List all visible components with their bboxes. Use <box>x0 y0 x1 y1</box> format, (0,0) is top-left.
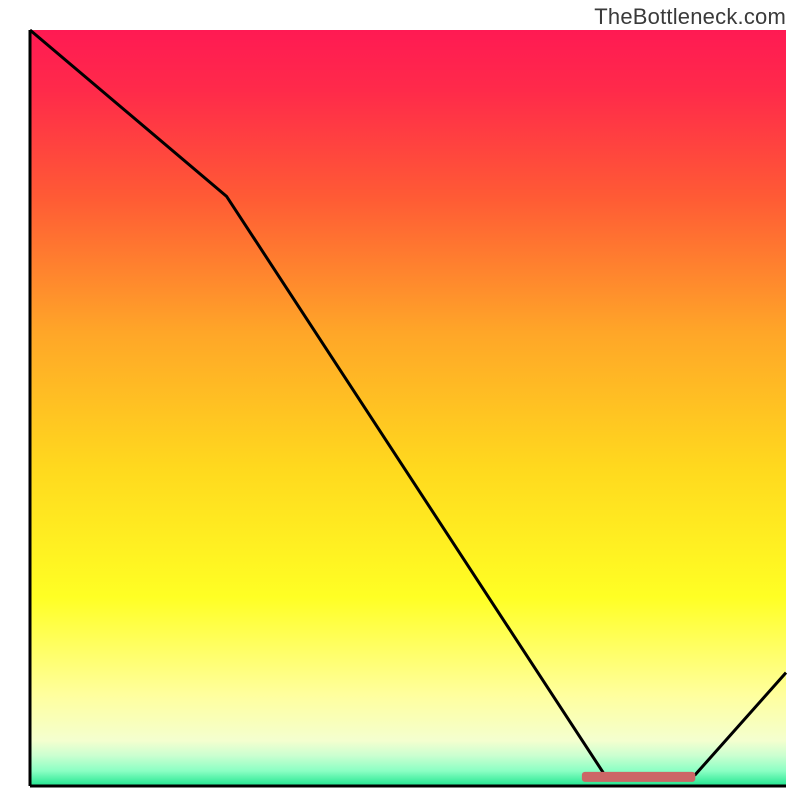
plot-background <box>30 30 786 786</box>
chart-container: TheBottleneck.com <box>0 0 800 800</box>
bottleneck-chart <box>0 0 800 800</box>
optimal-range-marker <box>582 772 695 782</box>
